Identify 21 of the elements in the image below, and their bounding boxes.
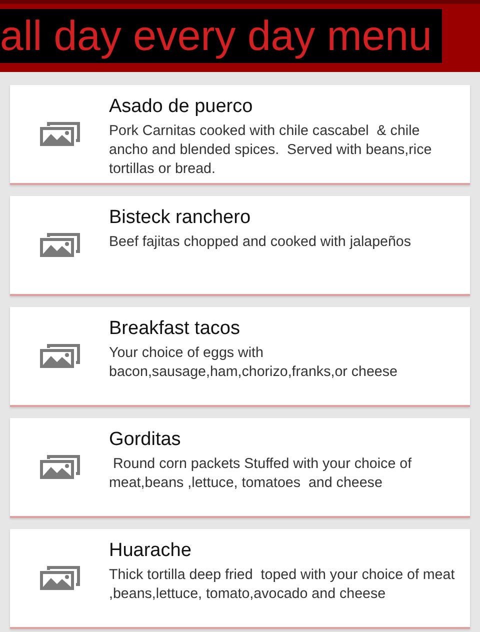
item-name: Asado de puerco	[109, 95, 254, 119]
item-name: Breakfast tacos	[109, 317, 241, 341]
image-placeholder-icon	[39, 232, 81, 258]
item-description: Your choice of eggs with bacon,sausage,ham,chorizo,franks,or cheese	[109, 344, 398, 382]
menu-item-card[interactable]: Bisteck ranchero Beef fajitas chopped and cooked with jalapeños	[10, 196, 470, 296]
item-description: Beef fajitas chopped and cooked with jalapeños	[109, 233, 412, 252]
image-placeholder-icon	[39, 121, 81, 147]
item-name: Huarache	[109, 539, 192, 563]
image-placeholder-icon	[39, 565, 81, 591]
image-placeholder-icon	[39, 454, 81, 480]
item-description: Round corn packets Stuffed with your choice of meat,beans ,lettuce, tomatoes and cheese	[109, 455, 413, 493]
image-placeholder-icon	[39, 343, 81, 369]
item-name: Bisteck ranchero	[109, 206, 252, 230]
item-description: Thick tortilla deep fried toped with your choice of meat ,beans,lettuce, tomato,avocado and cheese	[109, 566, 456, 604]
menu-item-card[interactable]: Asado de puerco Pork Carnitas cooked with chile cascabel & chile ancho and blended spices. Served with beans,rice tortillas or bread.	[10, 85, 470, 185]
menu-item-card[interactable]: Huarache Thick tortilla deep fried toped with your choice of meat ,beans,lettuce, tomato,avocado and cheese	[10, 529, 470, 629]
menu-item-card[interactable]: Breakfast tacos Your choice of eggs with bacon,sausage,ham,chorizo,franks,or cheese	[10, 307, 470, 407]
item-name: Gorditas	[109, 428, 182, 452]
menu-title: all day every day menu	[0, 9, 442, 63]
menu-item-card[interactable]: Gorditas Round corn packets Stuffed with your choice of meat,beans ,lettuce, tomatoes and cheese	[10, 418, 470, 518]
item-description: Pork Carnitas cooked with chile cascabel & chile ancho and blended spices. Served with beans,rice tortillas or bread.	[109, 122, 433, 179]
